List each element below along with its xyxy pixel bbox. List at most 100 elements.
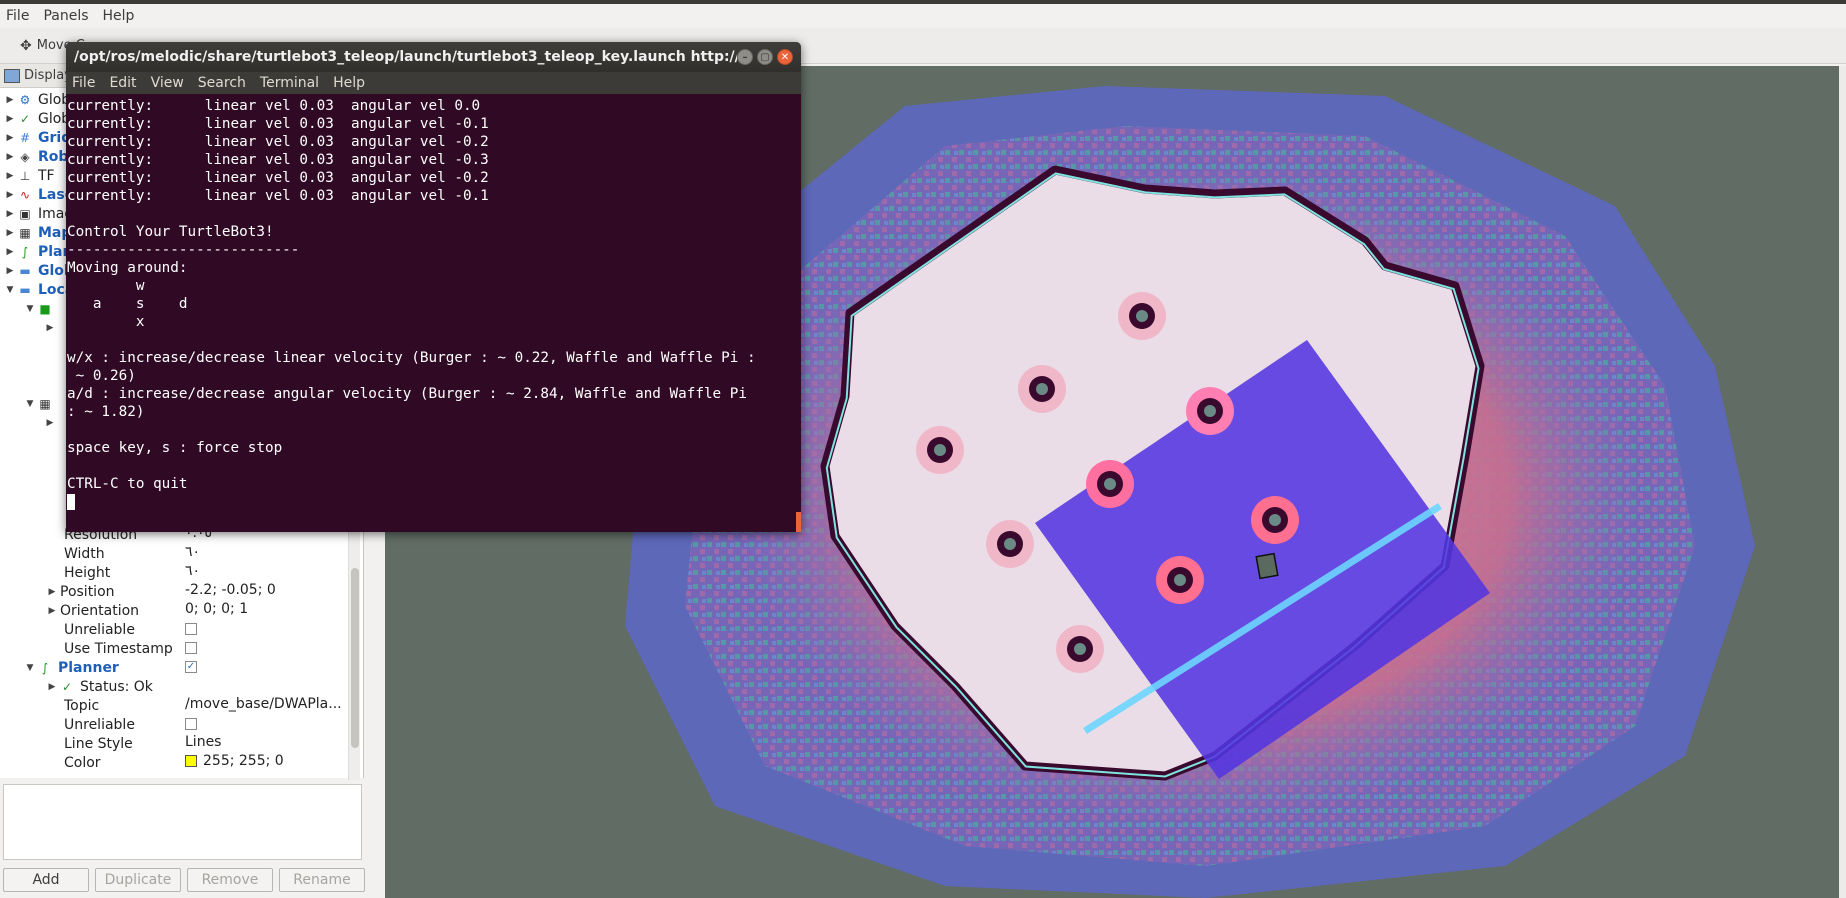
- gear-icon: ⚙: [19, 92, 31, 107]
- use-timestamp-checkbox[interactable]: [185, 642, 197, 654]
- prop-orientation[interactable]: ▶ Orientation: [46, 601, 140, 620]
- expand-arrow-icon[interactable]: ▶: [46, 606, 58, 616]
- expand-arrow-icon[interactable]: ▶: [4, 171, 16, 181]
- maximize-icon[interactable]: ▢: [757, 49, 773, 65]
- path-icon: ∫: [41, 660, 49, 675]
- terminal-line: space key, s : force stop: [67, 440, 283, 456]
- expand-arrow-icon[interactable]: ▶: [44, 323, 56, 333]
- collapse-arrow-icon[interactable]: ▼: [24, 399, 36, 409]
- terminal-line: Moving around:: [67, 260, 188, 276]
- tree-item-local-map-layer[interactable]: ▼ ▦: [24, 394, 58, 413]
- expand-arrow-icon[interactable]: ▶: [4, 95, 16, 105]
- terminal-menu-file[interactable]: File: [72, 75, 95, 91]
- image-icon: ▣: [19, 206, 31, 221]
- tree-item-planner-display[interactable]: ▼ ∫ Planner: [24, 658, 119, 677]
- unreliable-checkbox[interactable]: [185, 623, 197, 635]
- tree-item-local-costmap[interactable]: ▼ ■: [24, 299, 58, 318]
- terminal-menu-search[interactable]: Search: [198, 75, 246, 91]
- terminal-menu-edit[interactable]: Edit: [109, 75, 136, 91]
- rename-button[interactable]: Rename: [279, 868, 365, 892]
- tree-item-tf[interactable]: ▶ ⊥ TF: [4, 166, 55, 185]
- prop-color-value[interactable]: 255; 255; 0: [185, 753, 284, 769]
- terminal-menu-help[interactable]: Help: [333, 75, 365, 91]
- terminal-line: [67, 493, 801, 511]
- tree-item-map[interactable]: ▶ ▦ Map: [4, 223, 72, 242]
- terminal-line: ~ 0.26): [67, 368, 136, 384]
- terminal-line: x: [67, 314, 145, 330]
- prop-position[interactable]: ▶ Position: [46, 582, 115, 601]
- terminal-line: a/d : increase/decrease angular velocity…: [67, 386, 747, 402]
- terminal-menu-bar: File Edit View Search Terminal Help: [66, 72, 801, 94]
- expand-arrow-icon[interactable]: ▶: [4, 114, 16, 124]
- terminal-line: currently: linear vel 0.03 angular vel -…: [67, 188, 489, 204]
- display-description-box: [3, 784, 362, 860]
- close-icon[interactable]: ✕: [777, 49, 793, 65]
- tree-item-grid[interactable]: ▶ # Grid: [4, 128, 72, 147]
- monitor-icon: [4, 68, 20, 83]
- terminal-line: a s d: [67, 296, 188, 312]
- expand-arrow-icon[interactable]: ▶: [4, 228, 16, 238]
- terminal-line: CTRL-C to quit: [67, 476, 188, 492]
- prop-use-timestamp: Use Timestamp: [64, 640, 173, 657]
- prop-height-value[interactable]: ٦٠: [185, 563, 200, 579]
- prop-position-value[interactable]: -2.2; -0.05; 0: [185, 582, 276, 598]
- menu-file[interactable]: File: [6, 8, 29, 24]
- unreliable-2-checkbox[interactable]: [185, 718, 197, 730]
- collapse-arrow-icon[interactable]: ▼: [24, 663, 36, 673]
- robot-footprint: [1255, 552, 1279, 580]
- menu-panels[interactable]: Panels: [43, 8, 88, 24]
- prop-line-style: Line Style: [64, 735, 133, 752]
- expand-arrow-icon[interactable]: ▶: [46, 587, 58, 597]
- menu-bar: File Panels Help: [0, 4, 1846, 28]
- tf-icon: ⊥: [19, 168, 31, 183]
- folder-icon: ▬: [19, 282, 31, 297]
- planner-enabled-checkbox[interactable]: ✓: [185, 661, 197, 673]
- view-side-handle[interactable]: [1839, 66, 1846, 898]
- prop-width-value[interactable]: ٦٠: [185, 544, 200, 560]
- remove-button[interactable]: Remove: [187, 868, 273, 892]
- expand-arrow-icon[interactable]: ▶: [4, 247, 16, 257]
- prop-topic-value[interactable]: /move_base/DWAPla...: [185, 696, 342, 712]
- terminal-titlebar[interactable]: /opt/ros/melodic/share/turtlebot3_teleop…: [66, 42, 801, 72]
- terminal-line: currently: linear vel 0.03 angular vel 0…: [67, 98, 481, 114]
- expand-arrow-icon[interactable]: ▶: [46, 682, 58, 692]
- prop-height: Height: [64, 564, 111, 581]
- terminal-cursor: [67, 494, 75, 510]
- minimize-icon[interactable]: –: [737, 49, 753, 65]
- collapse-arrow-icon[interactable]: ▼: [24, 304, 36, 314]
- prop-line-style-value[interactable]: Lines: [185, 734, 221, 750]
- tree-item-map-status[interactable]: ▶: [44, 413, 58, 432]
- terminal-line: : ~ 1.82): [67, 404, 145, 420]
- terminal-window[interactable]: /opt/ros/melodic/share/turtlebot3_teleop…: [66, 42, 801, 532]
- check-icon: ✓: [19, 111, 31, 126]
- add-button[interactable]: Add: [3, 868, 89, 892]
- collapse-arrow-icon[interactable]: ▼: [4, 285, 16, 295]
- prop-unreliable: Unreliable: [64, 621, 135, 638]
- expand-arrow-icon[interactable]: ▶: [44, 418, 56, 428]
- duplicate-button[interactable]: Duplicate: [95, 868, 181, 892]
- expand-arrow-icon[interactable]: ▶: [4, 190, 16, 200]
- terminal-menu-terminal[interactable]: Terminal: [260, 75, 319, 91]
- terminal-resize-edge[interactable]: [796, 512, 801, 532]
- prop-orientation-value[interactable]: 0; 0; 0; 1: [185, 601, 248, 617]
- expand-arrow-icon[interactable]: ▶: [4, 133, 16, 143]
- terminal-line: currently: linear vel 0.03 angular vel -…: [67, 116, 489, 132]
- path-icon: ∫: [21, 244, 29, 259]
- laser-icon: ∿: [19, 187, 31, 202]
- map-icon: ▦: [19, 225, 31, 240]
- menu-help[interactable]: Help: [103, 8, 135, 24]
- color-swatch[interactable]: [185, 755, 197, 767]
- terminal-menu-view[interactable]: View: [151, 75, 184, 91]
- scrollbar-thumb[interactable]: [351, 568, 359, 748]
- expand-arrow-icon[interactable]: ▶: [4, 266, 16, 276]
- expand-arrow-icon[interactable]: ▶: [4, 209, 16, 219]
- prop-topic: Topic: [64, 697, 100, 714]
- tree-item-costmap-status[interactable]: ▶: [44, 318, 58, 337]
- terminal-output[interactable]: currently: linear vel 0.03 angular vel 0…: [66, 94, 801, 511]
- prop-planner-status[interactable]: ▶ ✓ Status: Ok: [46, 677, 153, 696]
- expand-arrow-icon[interactable]: ▶: [4, 152, 16, 162]
- terminal-line: currently: linear vel 0.03 angular vel -…: [67, 170, 489, 186]
